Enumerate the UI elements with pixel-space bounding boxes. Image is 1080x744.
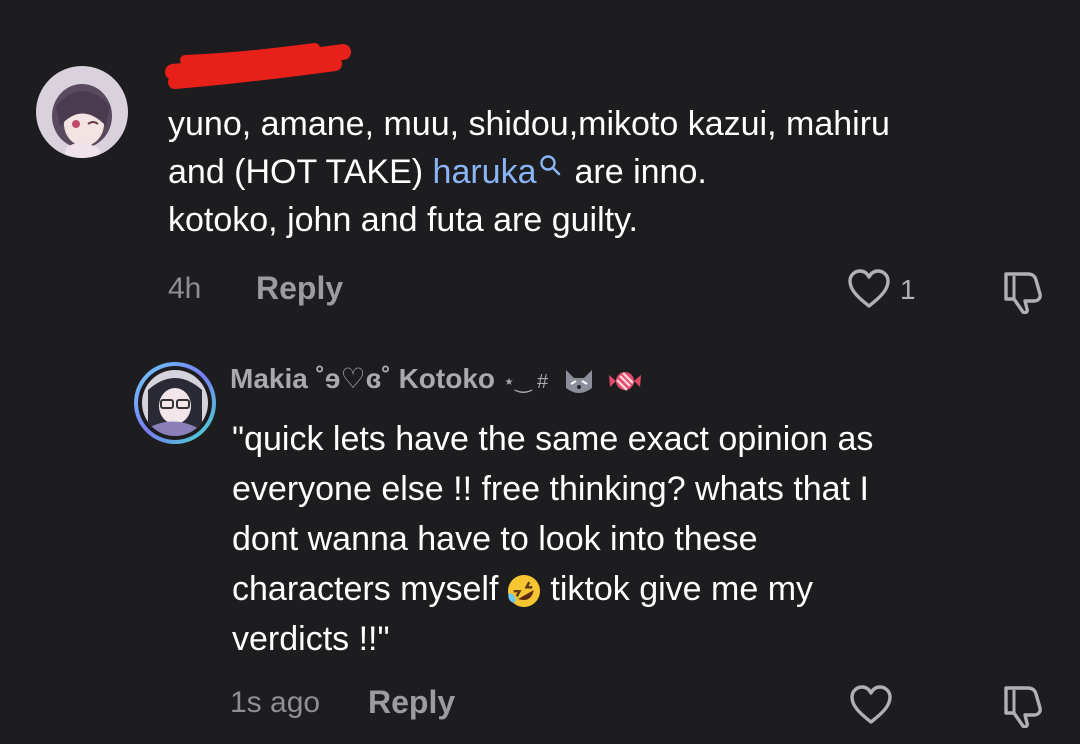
- rofl-emoji: [508, 575, 541, 608]
- comment-line: "quick lets have the same exact opinion …: [232, 420, 874, 458]
- avatar[interactable]: [134, 362, 216, 444]
- candy-emoji: [608, 371, 641, 391]
- mention-link[interactable]: haruka: [433, 153, 537, 191]
- cat-emoji: [565, 369, 592, 393]
- reply-button[interactable]: Reply: [256, 270, 343, 307]
- heart-icon[interactable]: [846, 268, 892, 310]
- username-decoration: ⋆‿ #: [502, 371, 549, 393]
- comment-line: and (HOT TAKE) haruka are inno.: [168, 148, 890, 196]
- comment-line: kotoko, john and futa are guilty.: [168, 201, 639, 239]
- username-text[interactable]: Makia ˚ɘ♡ɞ˚ Kotoko: [230, 363, 495, 394]
- comment-line: dont wanna have to look into these: [232, 520, 758, 558]
- comment-timestamp: 4h: [168, 272, 202, 305]
- comment-timestamp: 1s ago: [230, 686, 321, 719]
- comment-text: yuno, amane, muu, shidou,mikoto kazui, m…: [168, 100, 890, 244]
- comment-text-segment: characters myself: [232, 570, 499, 608]
- username[interactable]: Makia ˚ɘ♡ɞ˚ Kotoko ⋆‿ #: [230, 362, 648, 396]
- comment-line: verdicts !!": [232, 620, 390, 658]
- comment-text: "quick lets have the same exact opinion …: [232, 414, 873, 664]
- reply-button[interactable]: Reply: [368, 684, 455, 721]
- comment-line: everyone else !! free thinking? whats th…: [232, 470, 869, 508]
- redaction-scribble: [165, 43, 351, 89]
- comment-text-segment: tiktok give me my: [550, 570, 814, 608]
- like-count: 1: [900, 274, 916, 305]
- comment-text-segment: and (HOT TAKE): [168, 153, 433, 191]
- avatar[interactable]: [36, 66, 128, 158]
- heart-icon[interactable]: [848, 684, 894, 726]
- comment-line: yuno, amane, muu, shidou,mikoto kazui, m…: [168, 105, 890, 143]
- search-icon[interactable]: [539, 154, 561, 176]
- dislike-icon[interactable]: [998, 268, 1046, 314]
- comment-text-segment: are inno.: [574, 153, 707, 191]
- dislike-icon[interactable]: [998, 682, 1046, 728]
- comment-line: characters myself tiktok give me my: [232, 564, 873, 614]
